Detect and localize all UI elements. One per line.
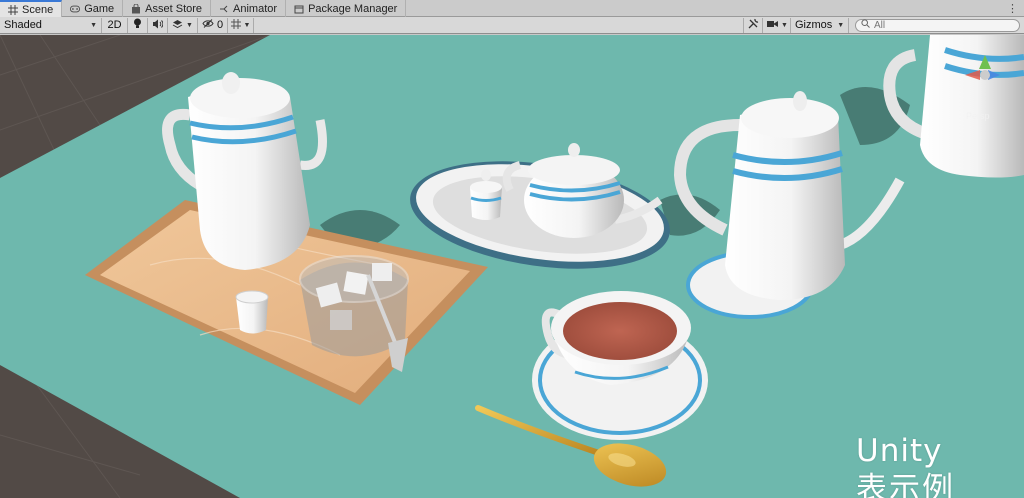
hidden-object-count: 0	[217, 19, 224, 31]
gizmos-dropdown[interactable]: Gizmos ▼	[791, 17, 849, 33]
scene-render	[0, 35, 1024, 498]
package-icon	[294, 4, 304, 14]
scene-visibility-toggle[interactable]: 0	[198, 17, 228, 33]
chevron-down-icon: ▼	[781, 21, 788, 29]
tab-label: Asset Store	[145, 2, 203, 15]
scene-toolbar: Shaded ▼ 2D ▼ 0 ▼ ▼ Gizmos ▼ All	[0, 17, 1024, 34]
overlay-caption: Unity 表示例	[856, 432, 1016, 498]
grid-toggle-dropdown[interactable]: ▼	[228, 17, 254, 33]
tab-animator[interactable]: Animator	[211, 0, 287, 17]
speaker-icon	[152, 19, 164, 32]
overlay-caption-line1: Unity	[856, 433, 943, 469]
layers-icon	[172, 19, 183, 32]
toggle-2d-label: 2D	[107, 19, 122, 31]
teacup-and-saucer	[532, 291, 708, 440]
shopping-bag-icon	[131, 3, 141, 14]
chevron-down-icon: ▼	[90, 21, 97, 29]
gizmos-label: Gizmos	[795, 19, 833, 31]
overlay-caption-line2: 表示例	[856, 471, 955, 498]
grid-icon	[8, 4, 18, 15]
camera-dropdown[interactable]: ▼	[763, 17, 791, 33]
tab-label: Scene	[22, 3, 54, 16]
tools-button[interactable]	[743, 17, 763, 33]
shading-mode-value: Shaded	[4, 19, 42, 31]
tab-label: Package Manager	[308, 2, 398, 15]
more-menu-icon[interactable]: ⋮	[1007, 2, 1018, 15]
toolbar-right-group: ▼ Gizmos ▼ All	[743, 17, 1024, 33]
shading-mode-dropdown[interactable]: Shaded ▼	[0, 17, 102, 33]
tab-game[interactable]: Game	[62, 0, 124, 17]
light-bulb-icon	[133, 18, 142, 32]
animator-icon	[219, 4, 229, 14]
chevron-down-icon: ▼	[837, 21, 845, 29]
editor-tab-bar: Scene Game Asset Store Animator Package …	[0, 0, 1024, 17]
audio-toggle-button[interactable]	[148, 17, 168, 33]
grid-icon	[230, 18, 241, 32]
scene-viewport[interactable]: Persp Unity 表示例	[0, 35, 1024, 498]
gamepad-icon	[70, 4, 81, 14]
effects-dropdown[interactable]: ▼	[168, 17, 198, 33]
tab-scene[interactable]: Scene	[0, 0, 63, 17]
wrench-icon	[748, 18, 759, 32]
search-placeholder: All	[874, 19, 886, 31]
chevron-down-icon: ▼	[186, 21, 193, 29]
search-icon	[861, 19, 870, 31]
tab-label: Game	[84, 2, 115, 15]
tab-package-manager[interactable]: Package Manager	[286, 0, 407, 17]
lighting-toggle-button[interactable]	[128, 17, 148, 33]
scene-search-input[interactable]: All	[855, 18, 1020, 32]
chevron-down-icon: ▼	[243, 21, 251, 29]
gizmo-view-label[interactable]: Persp	[966, 111, 990, 121]
eye-slash-icon	[202, 19, 214, 31]
tab-asset-store[interactable]: Asset Store	[123, 0, 212, 17]
tab-label: Animator	[233, 2, 278, 15]
small-creamer	[235, 290, 269, 334]
camera-icon	[767, 19, 778, 31]
toggle-2d-button[interactable]: 2D	[102, 17, 128, 33]
